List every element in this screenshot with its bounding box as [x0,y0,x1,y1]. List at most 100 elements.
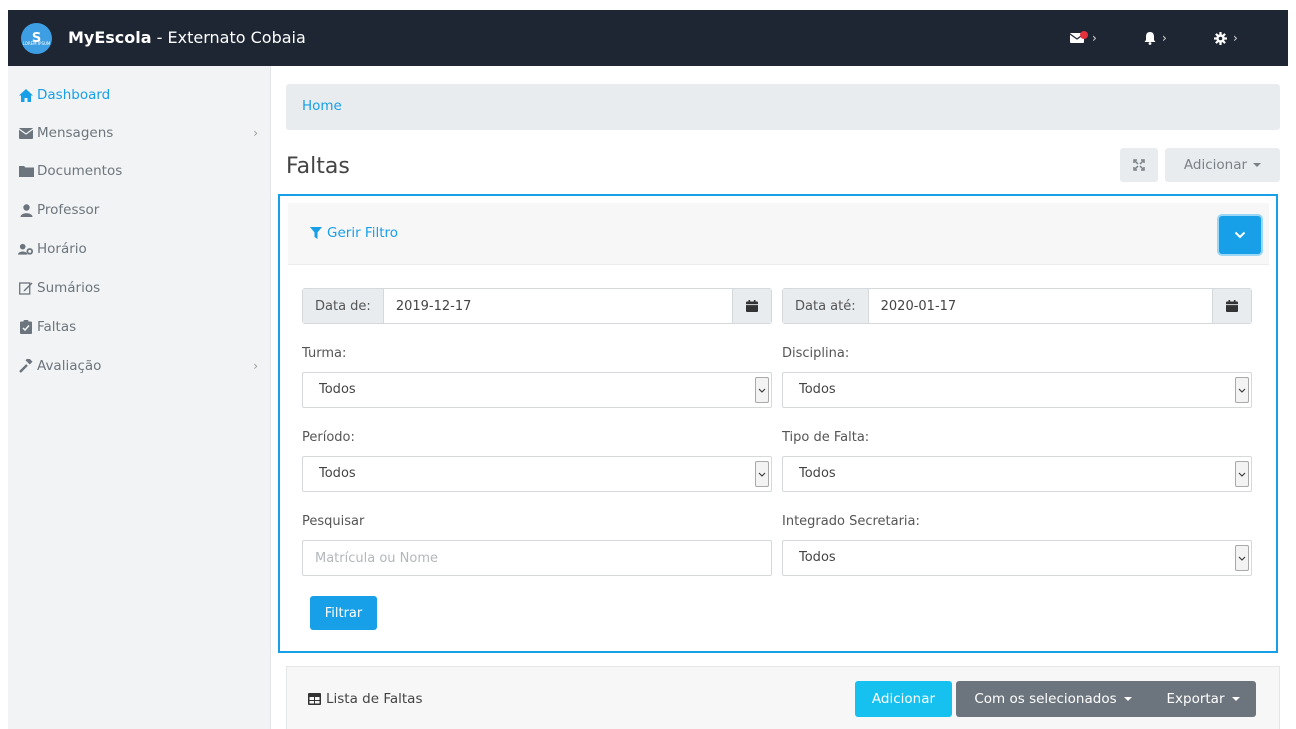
settings-menu[interactable]: › [1214,26,1238,50]
list-title-label: Lista de Faltas [326,691,423,707]
date-from-calendar-button[interactable] [732,289,771,323]
app-window: S LOREM IPSUM MyEscola - Externato Cobai… [8,10,1288,729]
sidebar-item-label: Horário [37,241,87,257]
add-dropdown-button[interactable]: Adicionar [1165,148,1280,182]
sidebar-item-label: Sumários [37,280,101,296]
integrado-select-value: Todos [799,550,836,565]
sidebar: Dashboard Mensagens › Documentos Profess… [8,66,271,729]
filter-icon [310,227,322,239]
table-icon [308,693,321,705]
export-label: Exportar [1166,691,1225,707]
sidebar-item-label: Documentos [37,163,123,179]
date-to-calendar-button[interactable] [1212,289,1251,323]
date-from-field[interactable]: Data de: 2019-12-17 [302,288,772,324]
date-to-field[interactable]: Data até: 2020-01-17 [782,288,1252,324]
date-from-label: Data de: [303,289,384,323]
fullscreen-button[interactable] [1120,148,1158,182]
sidebar-item-faltas[interactable]: Faltas [18,316,258,338]
app-title[interactable]: MyEscola - Externato Cobaia [68,27,306,49]
filter-panel-header: Gerir Filtro [288,203,1269,265]
sidebar-item-label: Dashboard [37,87,111,103]
filter-panel: Gerir Filtro Data de: 2019-12-17 Data at… [278,194,1278,653]
bulk-actions-label: Com os selecionados [974,691,1117,707]
top-navbar: S LOREM IPSUM MyEscola - Externato Cobai… [8,10,1288,66]
date-to-value[interactable]: 2020-01-17 [869,289,1212,323]
title-separator: - [151,28,168,47]
caret-down-icon [1123,697,1132,701]
page-title: Faltas [286,154,350,179]
sidebar-item-horario[interactable]: Horário [18,238,258,260]
select-arrow-icon [755,377,769,403]
sidebar-item-avaliacao[interactable]: Avaliação › [18,355,258,377]
export-button[interactable]: Exportar [1150,681,1256,717]
absences-list-panel: Lista de Faltas Adicionar Com os selecio… [286,666,1280,729]
disciplina-select[interactable]: Todos [782,372,1252,408]
breadcrumb: Home [286,84,1280,130]
periodo-label: Período: [302,430,355,445]
chevron-right-icon: › [1092,31,1097,45]
calendar-icon [746,300,758,312]
chevron-right-icon: › [253,126,258,140]
add-button-label: Adicionar [1183,157,1248,173]
integrado-secretaria-label: Integrado Secretaria: [782,514,920,529]
sidebar-item-label: Mensagens [37,125,114,141]
chevron-right-icon: › [253,359,258,373]
bulk-actions-button[interactable]: Com os selecionados [956,681,1150,717]
notification-dot [1080,31,1088,39]
manage-filter-link[interactable]: Gerir Filtro [310,225,398,241]
sidebar-item-sumarios[interactable]: Sumários [18,277,258,299]
sidebar-item-professor[interactable]: Professor [18,199,258,221]
gear-icon [1214,31,1227,45]
messages-menu[interactable]: › [1070,26,1097,50]
edit-icon [18,280,34,296]
periodo-select-value: Todos [319,466,356,481]
breadcrumb-home-link[interactable]: Home [302,98,342,114]
envelope-icon [18,125,34,141]
sidebar-item-label: Faltas [37,319,77,335]
school-logo[interactable]: S LOREM IPSUM [21,23,52,54]
caret-down-icon [1253,163,1262,167]
logo-subtext: LOREM IPSUM [22,41,51,46]
disciplina-label: Disciplina: [782,346,850,361]
sidebar-item-dashboard[interactable]: Dashboard [18,84,258,106]
tipo-falta-select[interactable]: Todos [782,456,1252,492]
notifications-menu[interactable]: › [1144,26,1167,50]
filter-title: Gerir Filtro [327,225,399,241]
integrado-secretaria-select[interactable]: Todos [782,540,1252,576]
gavel-icon [18,358,34,374]
tipo-falta-select-value: Todos [799,466,836,481]
list-title: Lista de Faltas [308,691,422,707]
tipo-falta-label: Tipo de Falta: [782,430,870,445]
filter-submit-button[interactable]: Filtrar [310,596,377,630]
chevron-right-icon: › [1162,31,1167,45]
select-arrow-icon [1235,545,1249,571]
clipboard-icon [18,319,34,335]
sidebar-item-documentos[interactable]: Documentos [18,160,258,182]
turma-label: Turma: [302,346,347,361]
turma-select[interactable]: Todos [302,372,772,408]
envelope-icon [1070,31,1088,45]
search-input[interactable] [302,540,772,576]
disciplina-select-value: Todos [799,382,836,397]
add-absence-button[interactable]: Adicionar [855,681,952,717]
users-icon [18,241,34,257]
user-icon [18,202,34,218]
expand-icon [1133,159,1145,171]
brand-name: MyEscola [68,28,152,47]
select-arrow-icon [1235,377,1249,403]
filter-collapse-button[interactable] [1219,216,1261,254]
chevron-down-icon [1234,231,1246,239]
select-arrow-icon [1235,461,1249,487]
select-arrow-icon [755,461,769,487]
date-from-value[interactable]: 2019-12-17 [384,289,732,323]
turma-select-value: Todos [319,382,356,397]
sidebar-item-label: Avaliação [37,358,102,374]
school-name: Externato Cobaia [167,28,306,47]
sidebar-item-mensagens[interactable]: Mensagens › [18,122,258,144]
caret-down-icon [1231,697,1240,701]
periodo-select[interactable]: Todos [302,456,772,492]
bell-icon [1144,31,1156,45]
chevron-right-icon: › [1233,31,1238,45]
home-icon [18,87,34,103]
date-to-label: Data até: [783,289,869,323]
